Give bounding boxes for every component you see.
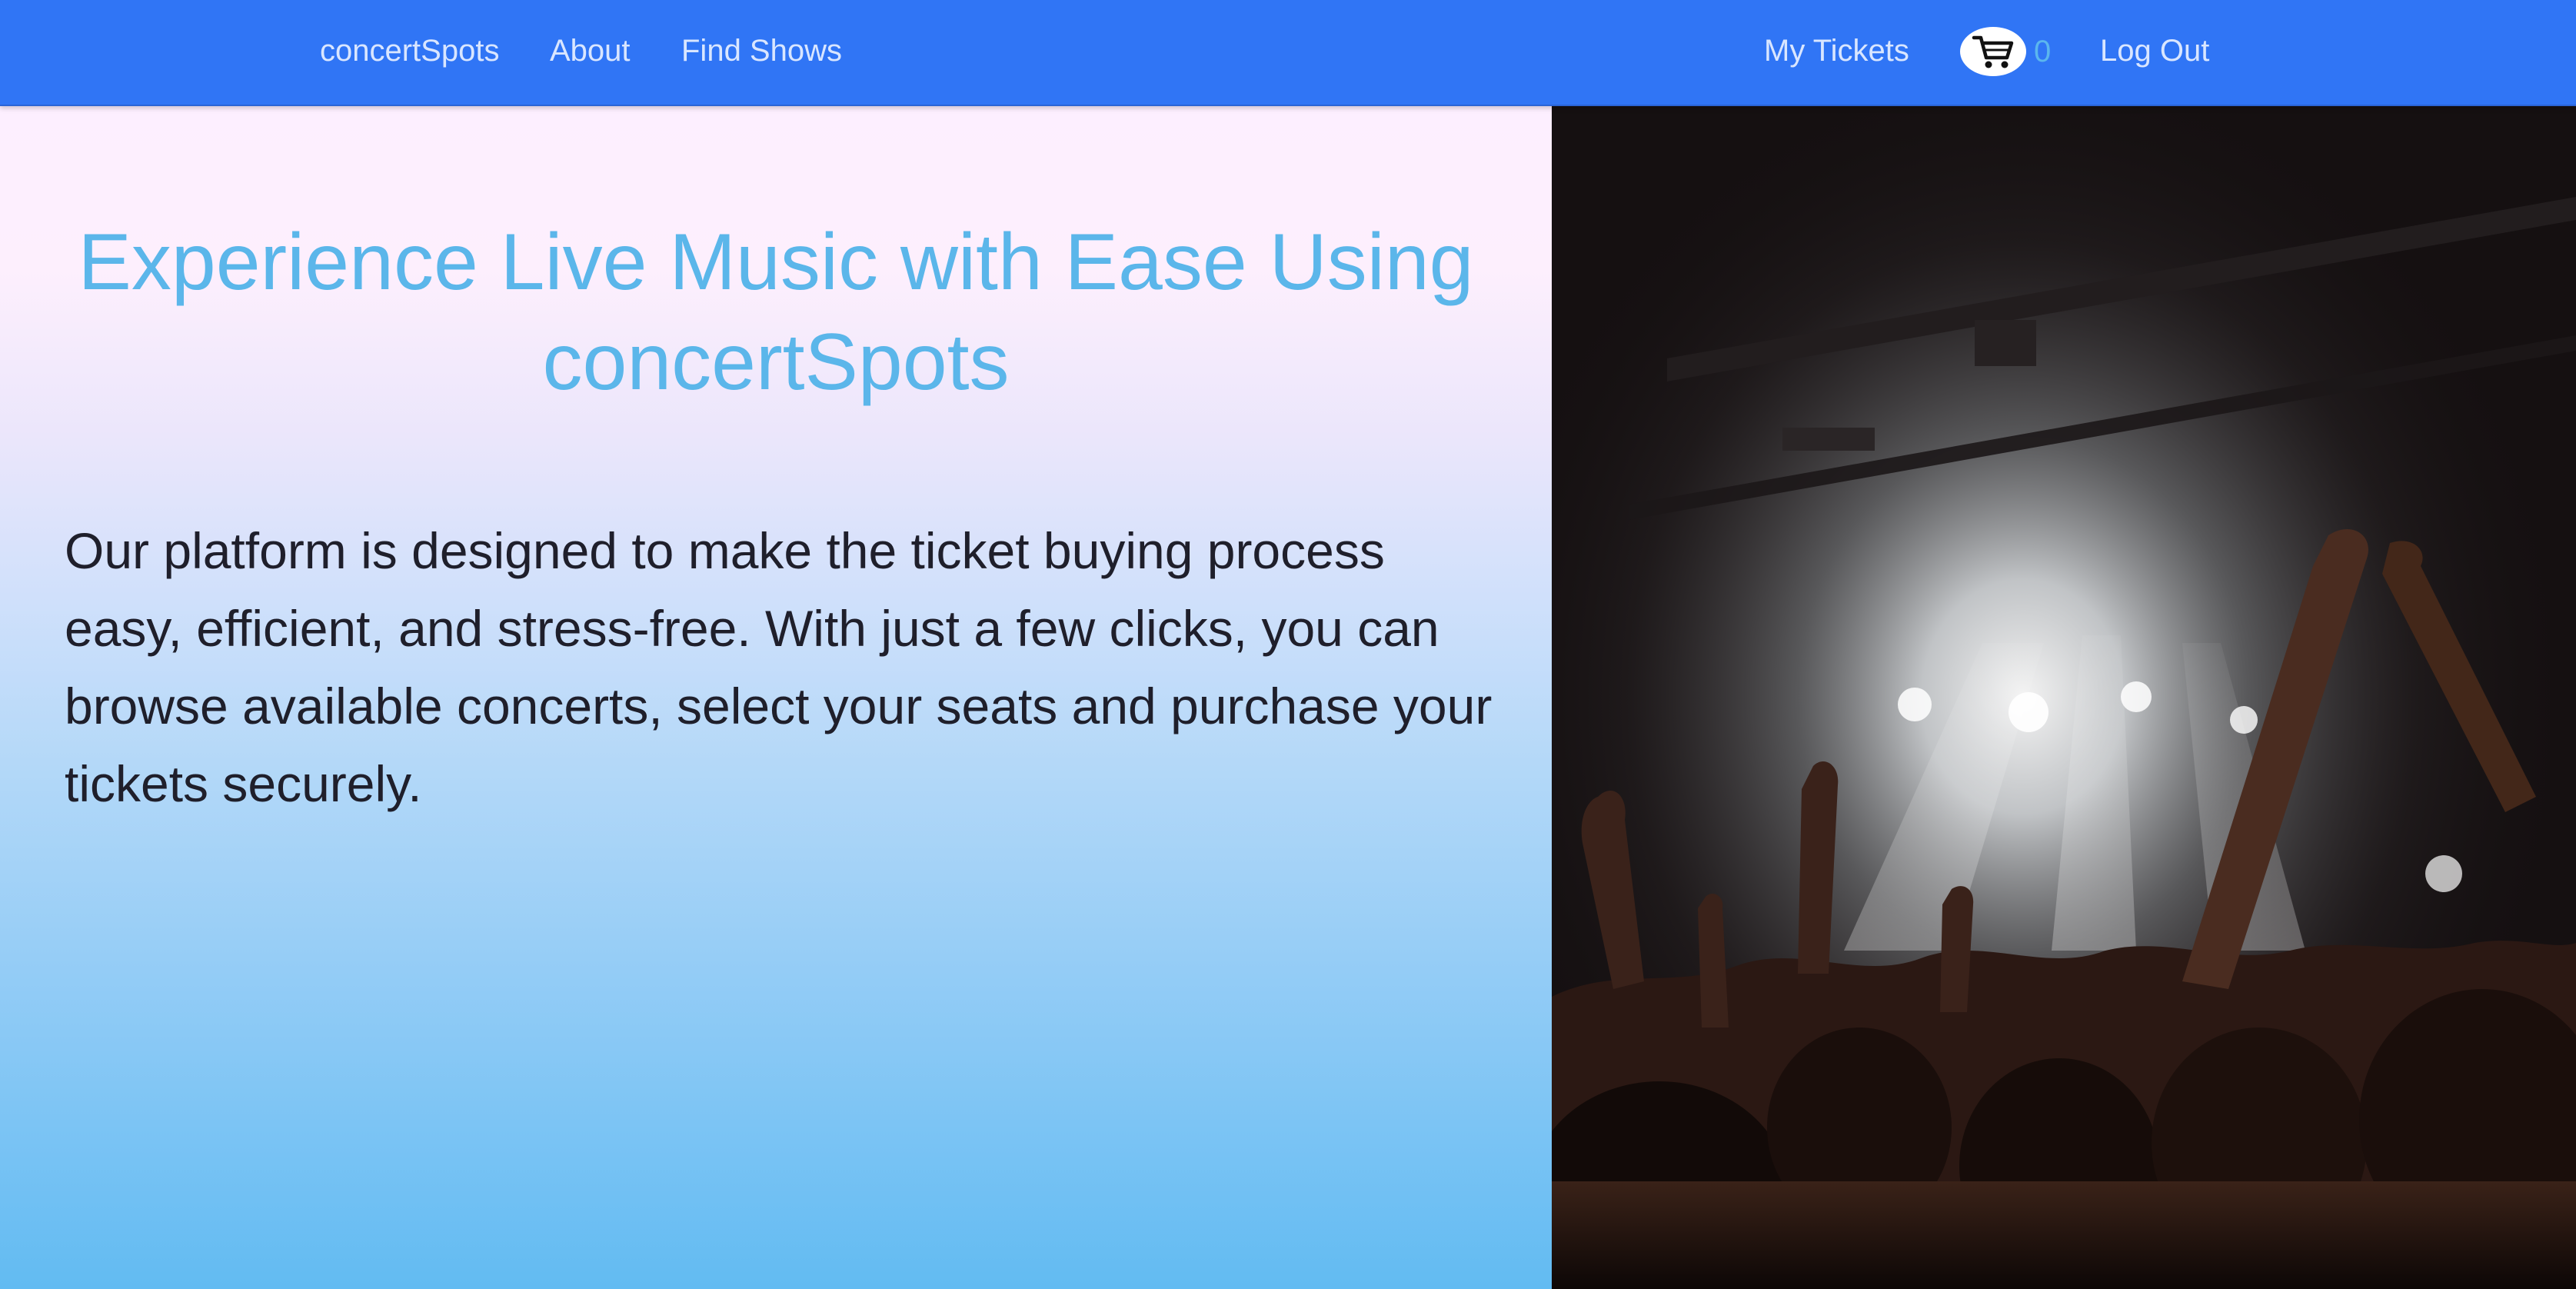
- nav-link-find-shows[interactable]: Find Shows: [681, 0, 842, 102]
- top-navbar: concertSpots About Find Shows My Tickets…: [0, 0, 2576, 106]
- concert-crowd-photo: [1552, 105, 2576, 1289]
- cart-icon-bubble[interactable]: [1960, 27, 2026, 76]
- log-out-link[interactable]: Log Out: [2100, 0, 2209, 102]
- shopping-cart-icon: [1972, 35, 2014, 68]
- nav-link-my-tickets[interactable]: My Tickets: [1764, 0, 1909, 102]
- cart-button[interactable]: 0: [1960, 26, 2051, 77]
- cart-count-badge: 0: [2034, 34, 2052, 68]
- hero-description: Our platform is designed to make the tic…: [65, 522, 1493, 812]
- nav-link-about[interactable]: About: [550, 0, 631, 102]
- hero-title: Experience Live Music with Ease Using co…: [78, 218, 1474, 407]
- brand-link[interactable]: concertSpots: [320, 0, 499, 102]
- hero-text-panel: Experience Live Music with Ease Using co…: [0, 105, 1552, 1289]
- concert-illustration: [1552, 105, 2576, 1289]
